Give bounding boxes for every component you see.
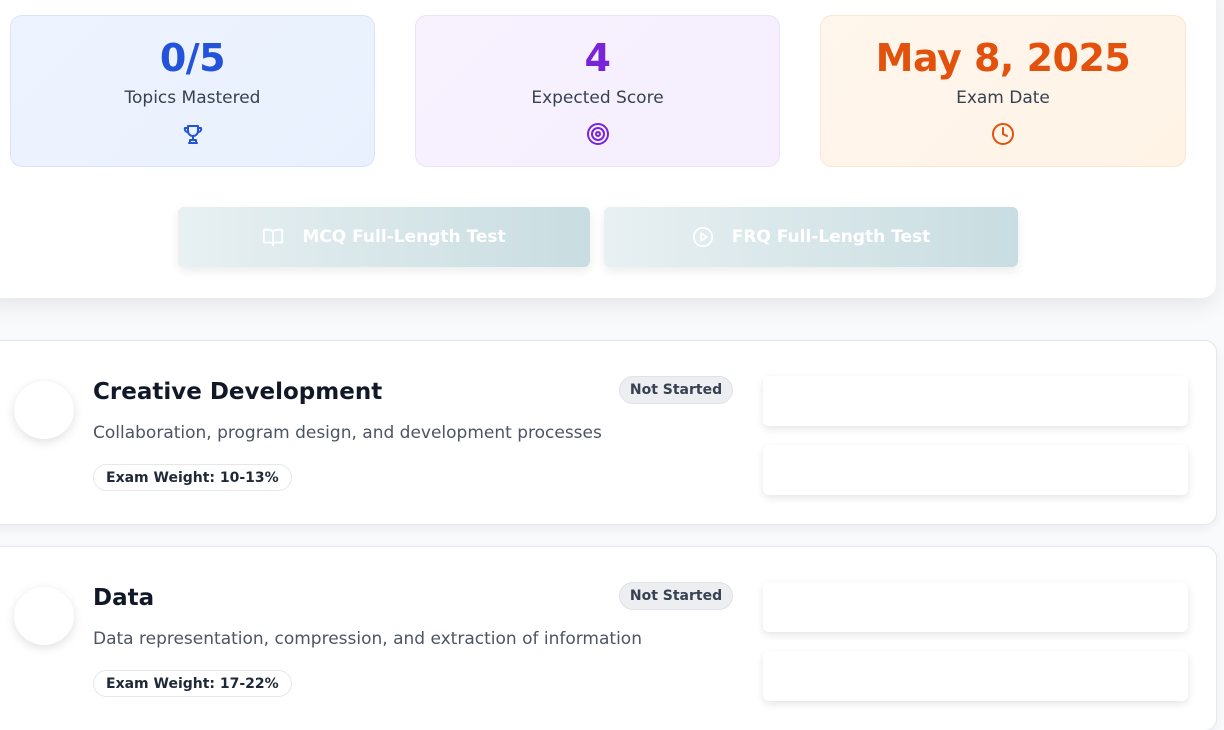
expected-score-card: 4 Expected Score	[415, 15, 780, 167]
unit-option-slot[interactable]	[763, 445, 1188, 495]
unit-progress-circle	[14, 587, 74, 645]
mcq-button-label: MCQ Full-Length Test	[302, 227, 506, 247]
trophy-icon	[183, 125, 202, 144]
topics-mastered-label: Topics Mastered	[124, 88, 261, 108]
mcq-full-length-test-button[interactable]: MCQ Full-Length Test	[178, 207, 590, 267]
target-icon	[586, 123, 609, 145]
unit-progress-circle	[14, 381, 74, 439]
exam-weight-pill: Exam Weight: 17-22%	[93, 670, 292, 697]
topics-mastered-value: 0/5	[159, 36, 226, 80]
book-open-icon	[263, 228, 284, 247]
exam-weight-pill: Exam Weight: 10-13%	[93, 464, 292, 491]
unit-title: Data	[93, 585, 155, 611]
status-badge: Not Started	[619, 582, 733, 610]
unit-option-slot[interactable]	[763, 582, 1188, 632]
expected-score-value: 4	[584, 36, 611, 80]
unit-option-slot[interactable]	[763, 376, 1188, 426]
frq-full-length-test-button[interactable]: FRQ Full-Length Test	[604, 207, 1018, 267]
play-circle-icon	[692, 226, 713, 248]
unit-option-slot[interactable]	[763, 651, 1188, 701]
unit-title: Creative Development	[93, 379, 383, 405]
expected-score-label: Expected Score	[531, 88, 664, 108]
exam-date-value: May 8, 2025	[875, 36, 1131, 80]
unit-description: Data representation, compression, and ex…	[93, 629, 642, 649]
unit-card-data[interactable]: Data Not Started Data representation, co…	[0, 546, 1217, 730]
clock-icon	[992, 123, 1014, 145]
frq-button-label: FRQ Full-Length Test	[731, 227, 931, 247]
exam-date-label: Exam Date	[956, 88, 1050, 108]
topics-mastered-card: 0/5 Topics Mastered	[10, 15, 375, 167]
status-badge: Not Started	[619, 376, 733, 404]
exam-date-card: May 8, 2025 Exam Date	[820, 15, 1186, 167]
unit-card-creative-development[interactable]: Creative Development Not Started Collabo…	[0, 340, 1217, 525]
unit-description: Collaboration, program design, and devel…	[93, 423, 602, 443]
